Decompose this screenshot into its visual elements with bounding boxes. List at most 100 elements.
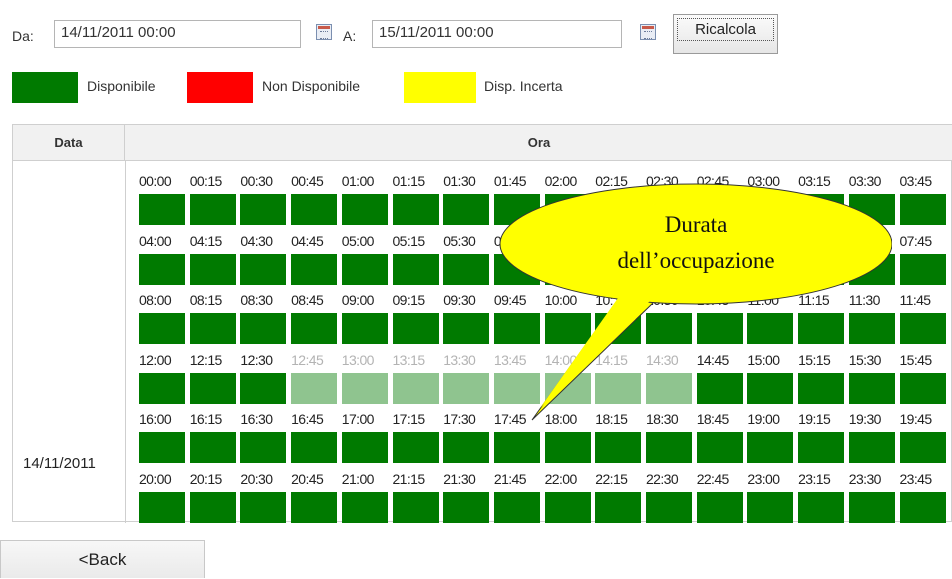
slot-bar-available[interactable] — [240, 372, 287, 404]
slot-time-label: 07:45 — [899, 232, 933, 249]
slot-bar-available[interactable] — [392, 194, 439, 225]
slot-bar-available[interactable] — [646, 491, 692, 523]
from-date-field[interactable]: 14/11/2011 00:00 — [54, 20, 301, 48]
slot-bar-available[interactable] — [443, 491, 490, 523]
slot-time-label: 20:15 — [189, 470, 223, 487]
slot-bar-available[interactable] — [392, 253, 439, 285]
slot-time-label: 03:45 — [899, 173, 933, 189]
slot-bar-available[interactable] — [139, 372, 185, 404]
legend-label-available: Disponibile — [87, 78, 156, 94]
slot-time-label: 08:00 — [139, 292, 172, 308]
slot-bar-available[interactable] — [544, 432, 591, 463]
slot-time-label: 12:00 — [139, 351, 172, 368]
slot-time-label: 11:45 — [899, 292, 932, 308]
slot-bar-available[interactable] — [392, 432, 439, 463]
slot-time-label: 04:15 — [189, 232, 223, 249]
slot-time-label: 17:15 — [392, 411, 426, 427]
slot-time-label: 01:00 — [341, 173, 375, 189]
slot-bar-available[interactable] — [392, 313, 439, 344]
slot-bar-available[interactable] — [493, 432, 540, 463]
to-date-field[interactable]: 15/11/2011 00:00 — [372, 20, 622, 48]
slot-time-label: 16:15 — [189, 411, 223, 427]
slot-bar-available[interactable] — [899, 194, 946, 225]
slot-bar-selected[interactable] — [392, 372, 439, 404]
slot-bar-available[interactable] — [341, 313, 388, 344]
slot-bar-available[interactable] — [189, 432, 236, 463]
slot-bar-available[interactable] — [341, 253, 388, 285]
slot-bar-available[interactable] — [189, 491, 236, 523]
slot-bar-available[interactable] — [595, 432, 642, 463]
legend-swatch-uncertain — [404, 72, 476, 103]
slot-time-label: 15:45 — [899, 351, 933, 368]
slot-time-label: 22:00 — [544, 470, 578, 487]
slot-bar-available[interactable] — [899, 313, 946, 344]
slot-bar-selected[interactable] — [291, 372, 338, 404]
slot-bar-available[interactable] — [240, 194, 287, 225]
recalculate-button-label: Ricalcola — [677, 18, 774, 41]
slot-bar-available[interactable] — [240, 313, 287, 344]
slot-bar-available[interactable] — [798, 432, 845, 463]
slot-bar-available[interactable] — [747, 491, 794, 523]
slot-bar-available[interactable] — [139, 432, 185, 463]
slot-bar-available[interactable] — [696, 432, 743, 463]
slot-bar-available[interactable] — [189, 372, 236, 404]
slot-time-label: 23:00 — [747, 470, 780, 487]
slot-time-label: 20:30 — [240, 470, 273, 487]
slot-time-label: 04:30 — [240, 232, 273, 249]
slot-bar-available[interactable] — [139, 194, 185, 225]
slot-bar-available[interactable] — [443, 432, 490, 463]
slot-bar-available[interactable] — [139, 313, 185, 344]
from-label: Da: — [12, 28, 34, 44]
slot-bar-available[interactable] — [848, 491, 895, 523]
slot-bar-available[interactable] — [544, 491, 591, 523]
slot-time-label: 17:00 — [341, 411, 375, 427]
slot-bar-available[interactable] — [899, 253, 946, 285]
slot-time-label: 19:45 — [899, 411, 933, 427]
recalculate-button[interactable]: Ricalcola — [673, 14, 778, 54]
slot-time-label: 21:00 — [341, 470, 375, 487]
slot-time-label: 22:45 — [696, 470, 730, 487]
slot-bar-available[interactable] — [139, 491, 185, 523]
slot-bar-available[interactable] — [392, 491, 439, 523]
slot-bar-available[interactable] — [747, 432, 794, 463]
legend-label-unavailable: Non Disponibile — [262, 78, 361, 94]
slot-bar-available[interactable] — [696, 491, 743, 523]
slot-bar-available[interactable] — [848, 432, 895, 463]
slot-time-label: 00:30 — [240, 173, 273, 189]
slot-time-label: 21:30 — [443, 470, 476, 487]
slot-time-label: 16:45 — [291, 411, 324, 427]
slot-bar-available[interactable] — [291, 432, 338, 463]
slot-bar-available[interactable] — [291, 491, 338, 523]
slot-bar-available[interactable] — [646, 432, 692, 463]
calendar-icon[interactable] — [640, 24, 656, 40]
slot-bar-available[interactable] — [291, 194, 338, 225]
slot-bar-available[interactable] — [899, 372, 946, 404]
slot-bar-available[interactable] — [899, 491, 946, 523]
slot-time-label: 13:15 — [392, 351, 426, 368]
slot-time-label: 00:15 — [189, 173, 223, 189]
slot-bar-available[interactable] — [798, 491, 845, 523]
slot-bar-available[interactable] — [189, 194, 236, 225]
slot-time-label: 08:15 — [189, 292, 223, 308]
slot-bar-selected[interactable] — [341, 372, 388, 404]
slot-time-label: 16:30 — [240, 411, 273, 427]
calendar-icon[interactable] — [316, 24, 332, 40]
slot-bar-available[interactable] — [341, 491, 388, 523]
callout-title: Durata — [664, 212, 728, 237]
slot-bar-available[interactable] — [341, 432, 388, 463]
slot-bar-available[interactable] — [595, 491, 642, 523]
slot-bar-available[interactable] — [291, 313, 338, 344]
slot-time-label: 04:45 — [291, 232, 324, 249]
slot-bar-available[interactable] — [341, 194, 388, 225]
slot-time-label: 22:15 — [595, 470, 628, 487]
slot-bar-available[interactable] — [189, 253, 236, 285]
slot-bar-available[interactable] — [899, 432, 946, 463]
back-button[interactable]: <Back — [0, 540, 205, 578]
slot-bar-available[interactable] — [493, 491, 540, 523]
slot-bar-available[interactable] — [240, 491, 287, 523]
slot-bar-available[interactable] — [240, 253, 287, 285]
slot-bar-available[interactable] — [139, 253, 185, 285]
slot-bar-available[interactable] — [240, 432, 287, 463]
slot-bar-available[interactable] — [189, 313, 236, 344]
slot-bar-available[interactable] — [291, 253, 338, 285]
